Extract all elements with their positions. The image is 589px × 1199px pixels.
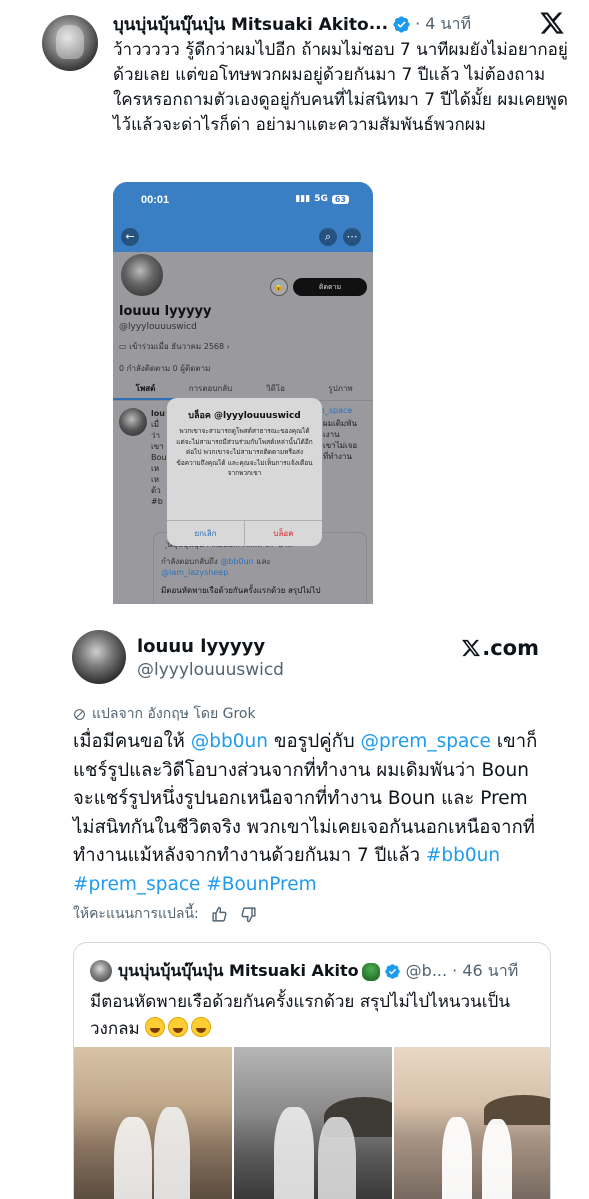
reply-name-ellipsis: ... xyxy=(368,14,389,34)
rate-translation-label: ให้คะแนนการแปลนี้: xyxy=(73,906,199,922)
quoted-photos xyxy=(74,1047,550,1199)
verified-icon xyxy=(384,964,400,979)
chevron-right-icon: › xyxy=(226,342,230,351)
screenshot-quote-text: มีตอนหัดพายเรือด้วยกันครั้งแรกด้วย สรุปไ… xyxy=(161,586,321,595)
block-dialog-body: พวกเขาจะสามารถดูโพสต์สาธารณะของคุณได้ แต… xyxy=(176,427,313,477)
screenshot-tab: วิดีโอ xyxy=(266,384,285,393)
more-icon: ⋯ xyxy=(343,228,361,246)
quoted-tweet[interactable]: บุนบุ่นบุ้นบุ๊นบุ๋น Mitsuaki Akito @b...… xyxy=(73,942,551,1199)
screenshot-profile-handle: @lyyylouuuswicd xyxy=(119,322,197,332)
x-logo-icon[interactable] xyxy=(539,10,565,36)
screenshot-clock: 00:01 xyxy=(141,194,170,206)
block-dialog: บล็อค @lyyylouuuswicd พวกเขาจะสามารถดูโพ… xyxy=(167,398,322,546)
reply-text: ว้าววววว รู้ดีกว่าผมไปอีก ถ้าผมไม่ชอบ 7 … xyxy=(113,40,568,135)
laughing-emoji-icon xyxy=(191,1017,212,1037)
reply-avatar[interactable] xyxy=(42,15,98,71)
broccoli-emoji-icon xyxy=(361,962,380,981)
laughing-emoji-icon xyxy=(168,1017,189,1037)
block-dialog-confirm: บล็อค xyxy=(273,529,294,538)
screenshot-reply-to: กำลังตอบกลับถึง @bb0un และ xyxy=(161,555,271,568)
translated-text: เมื่อมีคนขอให้ @bb0un ขอรูปคู่กับ @prem_… xyxy=(73,728,553,899)
x-com-source[interactable]: .com xyxy=(461,636,539,660)
reply-tweet[interactable]: บุนบุ่นบุ้นบุ๊นบุ๋น Mitsuaki Akito ... ·… xyxy=(0,0,589,612)
screenshot-joined: ▭ เข้าร่วมเมื่อ ธันวาคม 2568 › xyxy=(119,340,230,353)
screenshot-status-bar: 00:01 ▮▮▮ 5G 63 xyxy=(113,182,373,222)
reply-to-and: และ xyxy=(256,557,271,566)
rate-translation: ให้คะแนนการแปลนี้: xyxy=(73,903,257,925)
reply-display-name[interactable]: บุนบุ่นบุ้นบุ๊นบุ๋น Mitsuaki Akito xyxy=(113,11,369,38)
screenshot-tabs: โพสต์ การตอบกลับ วิดีโอ รูปภาพ xyxy=(113,378,373,400)
screenshot-right-text: ผมเดิมพัน เงาน เขาไม่เจอ ที่ทำงาน xyxy=(323,419,358,461)
battery-icon: 63 xyxy=(331,194,349,204)
signal-bars-icon: ▮▮▮ xyxy=(295,194,311,204)
back-arrow-icon: ← xyxy=(121,228,139,246)
source-domain: .com xyxy=(482,636,539,660)
screenshot-signal: ▮▮▮ 5G 63 xyxy=(295,194,349,204)
screenshot-avatar xyxy=(119,252,165,298)
thumbs-down-icon[interactable] xyxy=(240,906,257,923)
quoted-text: มีตอนหัดพายเรือด้วยกันครั้งแรกด้วย สรุปไ… xyxy=(90,989,540,1043)
block-dialog-buttons: ยกเลิก บล็อค xyxy=(167,520,322,546)
verified-icon xyxy=(393,15,410,33)
calendar-icon: ▭ xyxy=(119,342,127,351)
mention-link[interactable]: @bb0un xyxy=(191,731,268,752)
laughing-emoji-icon xyxy=(145,1017,166,1037)
screenshot-tab: โพสต์ xyxy=(113,378,178,400)
translation-label: แปลจาก อังกฤษ โดย Grok xyxy=(92,706,256,722)
quoted-header: บุนบุ่นบุ้นบุ๊นบุ๋น Mitsuaki Akito @b...… xyxy=(118,959,538,984)
block-dialog-cancel: ยกเลิก xyxy=(167,521,245,546)
quoted-display-name: บุนบุ่นบุ้นบุ๊นบุ๋น Mitsuaki Akito xyxy=(118,961,359,980)
boat-photo-3[interactable] xyxy=(394,1047,550,1199)
reply-to-prefix: กำลังตอบกลับถึง xyxy=(161,557,218,566)
mention-link[interactable]: @prem_space xyxy=(360,731,490,752)
card-handle[interactable]: @lyyylouuuswicd xyxy=(137,660,284,680)
block-dialog-title: บล็อค @lyyylouuuswicd xyxy=(188,411,301,421)
translated-text-part: ขอรูปคู่กับ xyxy=(267,731,361,752)
translate-icon xyxy=(74,708,85,720)
search-icon: ⌕ xyxy=(319,228,337,246)
screenshot-follow-button: ติดตาม xyxy=(293,278,367,296)
screenshot-joined-text: เข้าร่วมเมื่อ ธันวาคม 2568 xyxy=(129,342,225,351)
thumbs-up-icon[interactable] xyxy=(211,906,228,923)
reply-timestamp[interactable]: · 4 นาที xyxy=(415,12,471,37)
screenshot-profile-name: louuu lyyyyy xyxy=(119,304,212,319)
screenshot-tweet-avatar xyxy=(119,408,147,436)
network-label: 5G xyxy=(314,194,328,204)
reply-header: บุนบุ่นบุ้นบุ๊นบุ๋น Mitsuaki Akito ... ·… xyxy=(113,10,561,38)
reply-to-handle: @bb0un xyxy=(220,557,254,566)
x-logo-icon xyxy=(462,639,481,657)
screenshot-tweet-name: lou xyxy=(151,409,165,418)
boat-photo-2[interactable] xyxy=(234,1047,392,1199)
translated-text-part: เมื่อมีคนขอให้ xyxy=(73,731,191,752)
screenshot-tab: การตอบกลับ xyxy=(188,384,233,393)
card-display-name[interactable]: louuu lyyyyy xyxy=(137,636,265,657)
lock-icon: 🔒 xyxy=(270,278,288,296)
reply-to-handle-2: @Iam_lazysheep xyxy=(161,568,229,577)
screenshot-banner: ← ⌕ ⋯ xyxy=(113,222,373,252)
card-avatar[interactable] xyxy=(72,630,126,684)
translation-note: แปลจาก อังกฤษ โดย Grok xyxy=(73,703,256,725)
screenshot-counts: 0 กำลังติดตาม 0 ผู้ติดตาม xyxy=(119,364,211,373)
attached-screenshot[interactable]: 00:01 ▮▮▮ 5G 63 ← ⌕ ⋯ 🔒 ติดตาม louuu lyy… xyxy=(113,182,373,604)
quoted-meta: @b... · 46 นาที xyxy=(405,961,519,980)
quoted-avatar xyxy=(90,960,112,982)
screenshot-tab: รูปภาพ xyxy=(328,384,353,393)
boat-photo-1[interactable] xyxy=(74,1047,232,1199)
